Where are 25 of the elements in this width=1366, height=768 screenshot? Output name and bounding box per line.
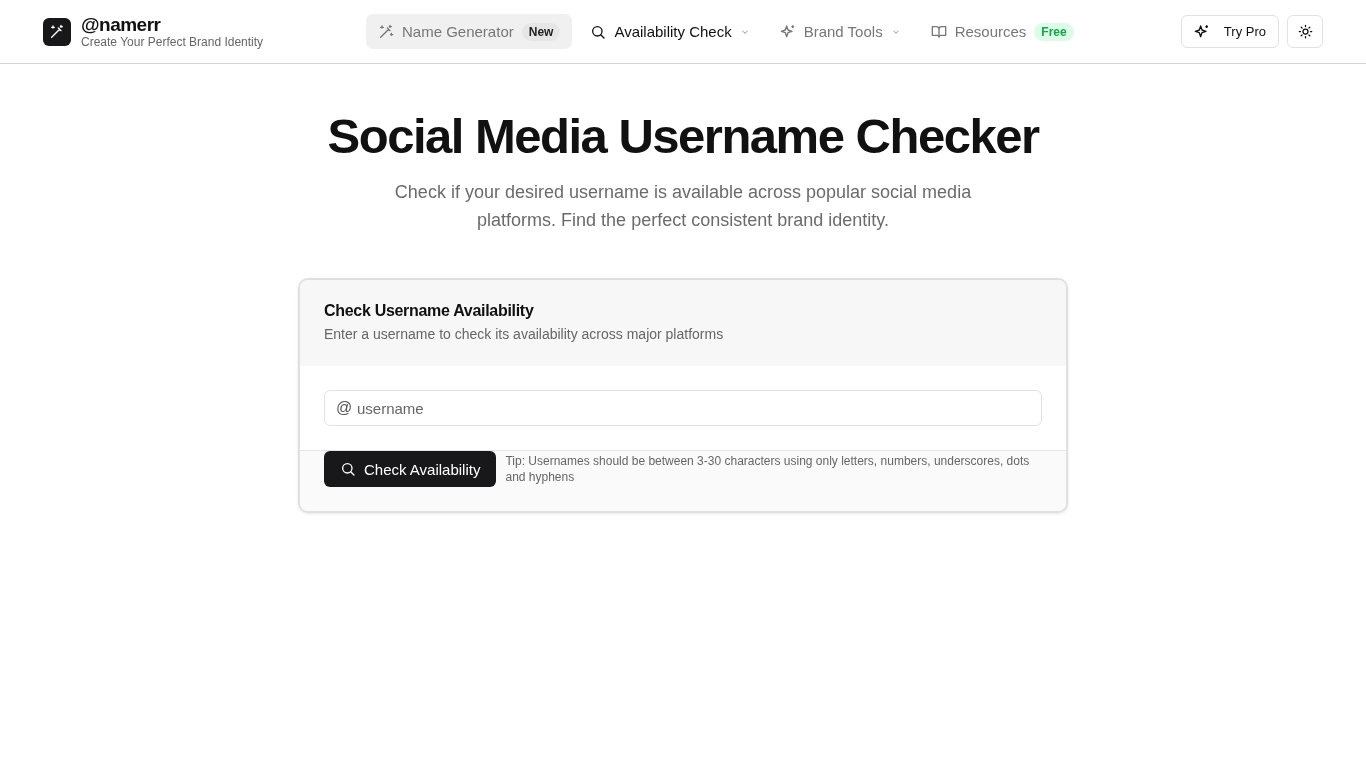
magic-wand-icon <box>378 23 394 40</box>
sparkles-icon <box>1193 23 1210 40</box>
try-pro-button[interactable]: Try Pro <box>1180 15 1279 48</box>
search-icon <box>340 461 356 477</box>
brand-tagline: Create Your Perfect Brand Identity <box>81 34 264 49</box>
card-title: Check Username Availability <box>324 302 535 320</box>
search-icon <box>590 23 607 40</box>
tip-text: Tip: Usernames should be between 3-30 characters using only letters, numbers, underscores, dots and hyphens <box>505 453 1031 485</box>
theme-toggle-button[interactable] <box>1287 15 1323 48</box>
card-description: Enter a username to check its availability across major platforms <box>324 326 725 342</box>
nav-badge: New <box>521 22 561 41</box>
page-subtitle: Check if your desired username is available across popular social media platforms. Find the perfect consistent brand identity. <box>393 181 973 232</box>
sparkles-icon <box>779 23 796 40</box>
brand-name: @namerr <box>81 14 162 35</box>
book-icon <box>930 23 947 40</box>
nav-link[interactable]: Brand Tools <box>767 14 913 49</box>
nav-badge: Free <box>1034 22 1074 41</box>
at-prefix: @ <box>336 399 353 417</box>
logo-icon[interactable] <box>43 17 71 46</box>
nav-link[interactable]: Availability Check <box>578 14 762 49</box>
nav-link[interactable]: Name Generator New <box>366 14 573 49</box>
sun-icon <box>1297 24 1313 39</box>
page-title: Social Media Username Checker <box>327 108 1039 165</box>
nav-link[interactable]: Resources Free <box>918 14 1086 49</box>
check-availability-button[interactable]: Check Availability <box>324 451 497 487</box>
